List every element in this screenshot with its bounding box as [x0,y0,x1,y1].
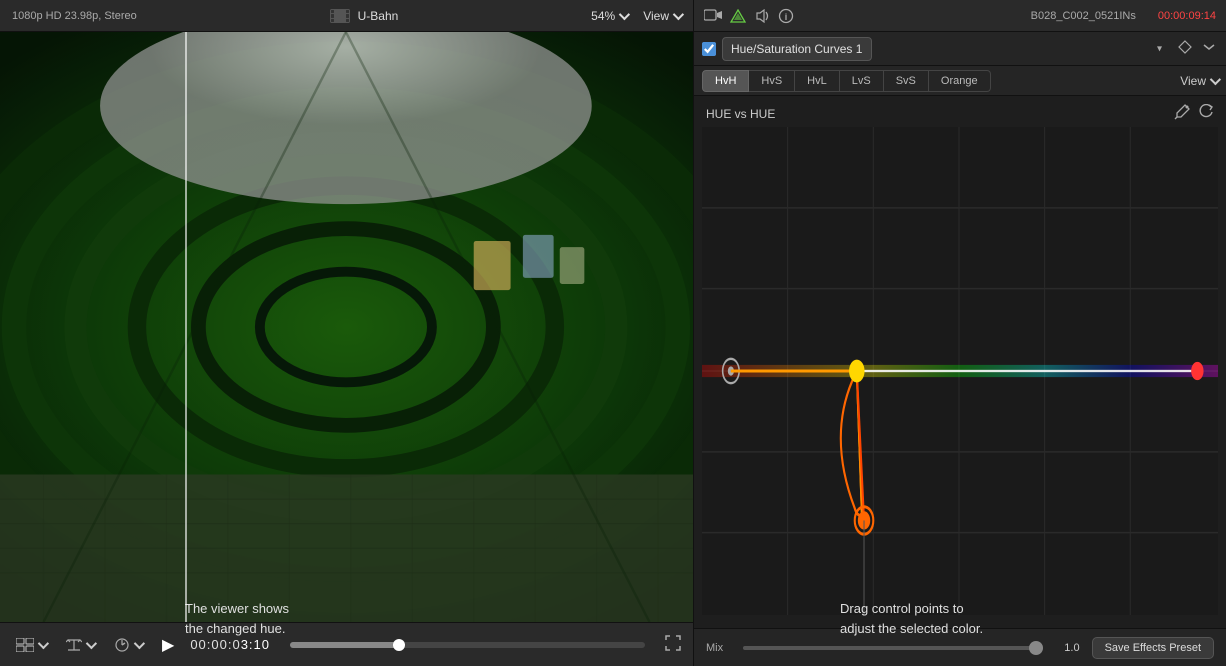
mix-slider[interactable] [743,646,1043,650]
timecode-main: 3:10 [241,637,270,652]
left-panel: 1080p HD 23.98p, Stereo U-Bahn 54% [0,0,693,666]
mix-label: Mix [706,642,731,654]
color-icon [730,9,746,23]
zoom-chevron-icon [619,8,630,19]
layout-chevron-icon [38,637,49,648]
transform-icon [66,638,82,652]
speed-icon [114,638,130,652]
diamond-icon [1178,40,1192,54]
format-info: 1080p HD 23.98p, Stereo [12,10,137,22]
effect-enable-checkbox[interactable] [702,42,716,56]
color-button[interactable] [730,9,746,23]
mix-slider-wrapper [743,646,1043,650]
info-icon: i [778,8,794,24]
viewer-topbar: 1080p HD 23.98p, Stereo U-Bahn 54% [0,0,693,32]
eyedropper-icon [1174,104,1190,120]
video-scope-button[interactable] [704,9,722,23]
clip-name: U-Bahn [358,9,399,23]
play-icon: ▶ [162,635,174,655]
layout-icon [16,638,34,652]
scrubber-thumb [393,639,405,651]
transform-chevron-icon [86,637,97,648]
fullscreen-icon [665,635,681,651]
transform-controls [62,636,98,654]
right-topbar-icons: i [704,8,794,24]
curve-title-row: HUE vs HUE [702,104,1218,123]
view-button[interactable]: View [643,9,681,23]
curve-title: HUE vs HUE [706,107,775,121]
scrubber-fill [290,642,397,648]
effect-dropdown-wrapper: Hue/Saturation Curves 1 [722,37,1170,61]
audio-icon [754,9,770,23]
speed-controls [110,636,146,654]
tab-hvl[interactable]: HvL [795,70,840,92]
mix-section: Mix 1.0 Save Effects Preset [694,628,1226,666]
film-icon [330,9,350,23]
curve-view-button[interactable]: View [1180,74,1218,88]
clip-id: B028_C002_0521INs [1031,10,1136,22]
video-viewer [0,32,693,622]
tunnel-background [0,32,693,622]
layout-controls [12,636,50,654]
curve-graph[interactable] [702,127,1218,615]
reset-curve-button[interactable] [1198,104,1214,123]
right-topbar: i B028_C002_0521INs 00:00:09:14 [694,0,1226,32]
effect-dropdown[interactable]: Hue/Saturation Curves 1 [722,37,872,61]
effect-options-button[interactable] [1176,38,1194,59]
info-button[interactable]: i [778,8,794,24]
layout-button[interactable] [12,636,50,654]
svg-text:i: i [785,12,788,22]
view-label: View [643,9,669,23]
playhead-line [185,32,187,622]
curve-actions [1174,104,1214,123]
transform-button[interactable] [62,636,98,654]
play-button[interactable]: ▶ [158,633,178,657]
tab-hvs[interactable]: HvS [749,70,795,92]
save-preset-button[interactable]: Save Effects Preset [1092,637,1214,659]
tab-orange[interactable]: Orange [929,70,991,92]
timecode-prefix: 00:00:0 [190,637,240,652]
speed-chevron-icon [134,637,145,648]
tab-svs[interactable]: SvS [884,70,929,92]
curve-container: HUE vs HUE [694,96,1226,628]
right-panel: i B028_C002_0521INs 00:00:09:14 Hue/Satu… [693,0,1226,666]
effect-expand-button[interactable] [1200,38,1218,59]
scrubber[interactable] [290,642,645,648]
timecode-display: 00:00:03:10 [190,637,270,652]
hue-tabs: HvH HvS HvL LvS SvS Orange View [694,66,1226,96]
tab-lvs[interactable]: LvS [840,70,884,92]
mix-value: 1.0 [1055,642,1080,654]
fullscreen-button[interactable] [665,635,681,654]
eyedropper-button[interactable] [1174,104,1190,123]
reset-icon [1198,104,1214,120]
timecode-right: 00:00:09:14 [1158,10,1216,22]
player-controls: ▶ 00:00:03:10 [0,622,693,666]
zoom-value: 54% [591,9,615,23]
tab-hvh[interactable]: HvH [702,70,749,92]
topbar-center: U-Bahn [330,9,399,23]
expand-icon [1202,40,1216,54]
view-chevron-icon [673,8,684,19]
speed-button[interactable] [110,636,146,654]
video-scope-icon [704,9,722,23]
curve-view-chevron-icon [1210,73,1221,84]
effect-selector-row: Hue/Saturation Curves 1 [694,32,1226,66]
audio-button[interactable] [754,9,770,23]
zoom-level[interactable]: 54% [591,9,627,23]
